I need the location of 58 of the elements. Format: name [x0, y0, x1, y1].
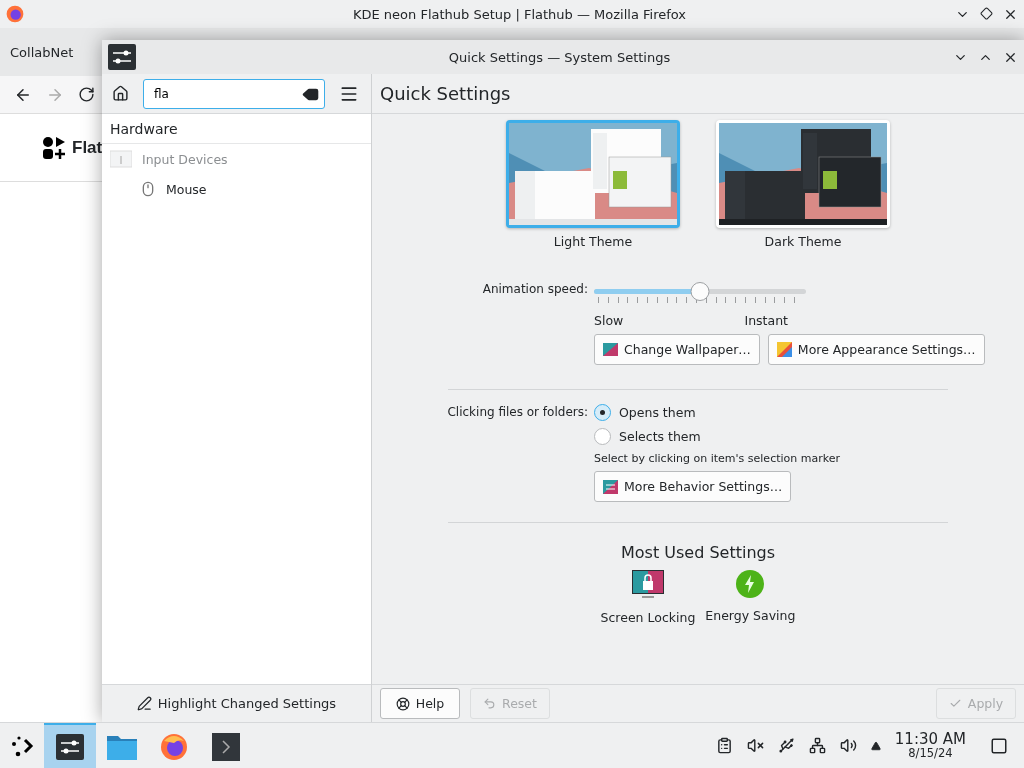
- settings-icon: [603, 479, 618, 494]
- radio-option[interactable]: Selects them: [594, 424, 938, 448]
- firefox-icon: [160, 732, 188, 761]
- clicking-label: Clicking files or folders:: [446, 404, 588, 420]
- section-title: Most Used Settings: [620, 543, 775, 562]
- radio-option[interactable]: Opens them: [594, 400, 938, 424]
- folder-icon: [107, 733, 137, 760]
- clipboard-icon[interactable]: [715, 737, 733, 754]
- wallpaper-icon: [603, 343, 618, 356]
- tree-label: Input Devices: [142, 151, 228, 167]
- radio-button[interactable]: [594, 403, 611, 421]
- check-icon: [948, 697, 962, 710]
- undo-icon: [483, 697, 497, 710]
- palette-icon: [776, 342, 792, 357]
- theme-label: Light Theme: [553, 234, 633, 249]
- window-title: Quick Settings — System Settings: [447, 49, 672, 65]
- setting-label[interactable]: Energy Saving: [705, 608, 796, 623]
- help-icon: [395, 696, 410, 711]
- home-icon[interactable]: [112, 85, 129, 102]
- theme-label: Dark Theme: [764, 234, 842, 249]
- browser-tab[interactable]: CollabNet: [0, 44, 84, 60]
- reload-icon[interactable]: [78, 86, 95, 103]
- logo-icon: [42, 135, 68, 160]
- help-button[interactable]: Help: [380, 688, 460, 719]
- settings-button[interactable]: More Appearance Settings…: [767, 334, 985, 365]
- mouse-icon: [140, 181, 156, 197]
- terminal-icon: [212, 732, 240, 761]
- search-field[interactable]: fla: [143, 78, 325, 109]
- settings-icon: [108, 44, 136, 70]
- slider-handle[interactable]: [690, 282, 710, 301]
- task-button[interactable]: [44, 723, 96, 768]
- settings-icon: [56, 733, 84, 760]
- network-icon[interactable]: [808, 737, 826, 754]
- tree-label: Mouse: [166, 181, 207, 197]
- restore-icon[interactable]: [980, 6, 993, 22]
- lightning-icon: [736, 570, 765, 598]
- expand-icon[interactable]: [870, 740, 881, 751]
- setting-label[interactable]: Screen Locking: [600, 610, 696, 625]
- window-title: KDE neon Flathub Setup | Flathub — Mozilla Firefox: [351, 6, 687, 22]
- pen-icon: [136, 696, 152, 711]
- lock-screen-icon: [631, 570, 664, 600]
- highlight-changed-button[interactable]: Highlight Changed Settings: [128, 692, 345, 715]
- instant-label: Instant: [744, 313, 788, 328]
- show-desktop-icon[interactable]: [990, 736, 1008, 755]
- usb-icon[interactable]: [777, 737, 795, 754]
- volume-icon[interactable]: [839, 737, 857, 754]
- firefox-icon: [6, 5, 24, 23]
- clock[interactable]: 11:30 AM 8/15/24: [894, 731, 966, 760]
- slow-label: Slow: [594, 313, 624, 328]
- page-title: Quick Settings: [372, 74, 1024, 114]
- behavior-settings-button[interactable]: More Behavior Settings…: [594, 471, 792, 502]
- animation-speed-label: Animation speed:: [481, 281, 588, 297]
- logo-text: Flat: [72, 137, 103, 158]
- category-header: Hardware: [102, 114, 371, 144]
- radio-button[interactable]: [594, 427, 611, 445]
- mute-icon[interactable]: [746, 737, 764, 754]
- settings-button[interactable]: Change Wallpaper…: [594, 334, 760, 365]
- hint-text: Select by clicking on item's selection marker: [594, 452, 841, 465]
